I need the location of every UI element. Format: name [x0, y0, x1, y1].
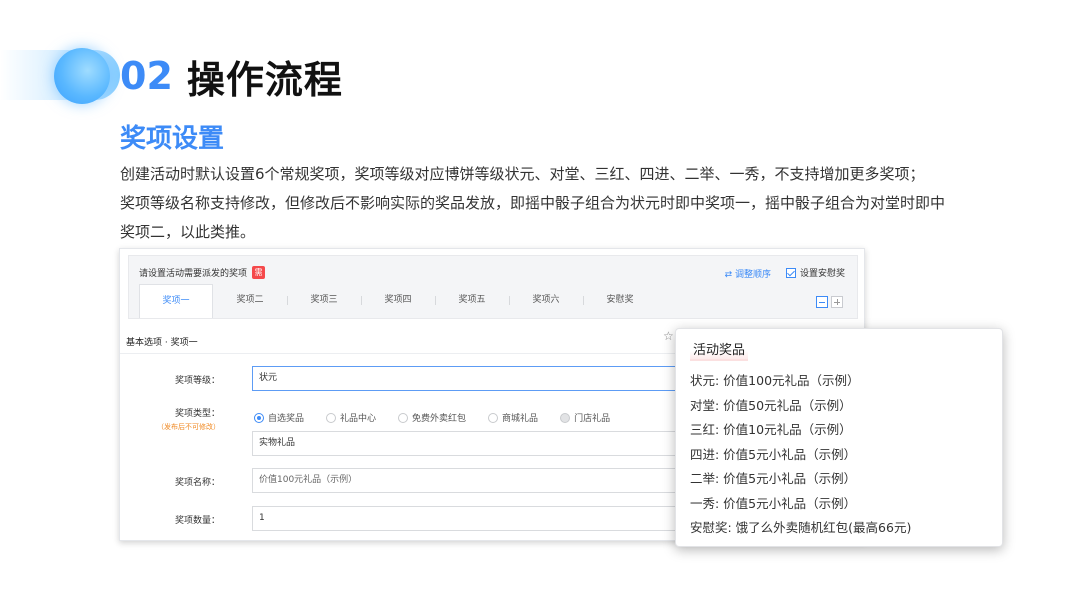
type-radio-group: 自选奖品 礼品中心 免费外卖红包 商城礼品 门店礼品 — [254, 411, 632, 424]
name-label: 奖项名称： — [174, 478, 220, 488]
prize-tabs: 奖项一 奖项二 奖项三 奖项四 奖项五 奖项六 安慰奖 — [139, 284, 657, 318]
description-line: 奖项二，以此类推。 — [120, 223, 256, 241]
list-item: 一秀: 价值5元小礼品（示例） — [690, 495, 857, 511]
radio-icon[interactable] — [326, 412, 337, 423]
section-number: 02 — [120, 54, 173, 98]
tab-prize-5[interactable]: 奖项五 — [435, 284, 509, 316]
radio-label: 自选奖品 — [268, 414, 305, 424]
radio-label: 门店礼品 — [574, 414, 611, 424]
radio-label: 免费外卖红包 — [412, 414, 467, 424]
radio-label: 商城礼品 — [502, 414, 539, 424]
description-line: 奖项等级名称支持修改，但修改后不影响实际的奖品发放，即摇中骰子组合为状元时即中奖… — [120, 194, 946, 212]
popup-title: 活动奖品 — [690, 338, 749, 361]
level-label: 奖项等级： — [174, 376, 220, 386]
type-label-group: 奖项类型： （发布后不可修改） — [120, 406, 220, 432]
decoration-ball — [54, 48, 110, 104]
section-heading: 02 操作流程 — [120, 52, 343, 102]
prize-settings-panel: 请设置活动需要派发的奖项 需 ⇄ 调整顺序 设置安慰奖 奖项一 奖项二 奖项三 … — [128, 255, 858, 319]
name-input[interactable]: 价值100元礼品（示例） — [252, 468, 692, 493]
radio-disabled-icon — [560, 412, 571, 423]
description: 创建活动时默认设置6个常规奖项，奖项等级对应博饼等级状元、对堂、三红、四进、二举… — [120, 160, 1020, 247]
panel-title: 请设置活动需要派发的奖项 需 — [139, 266, 266, 279]
tab-prize-2[interactable]: 奖项二 — [213, 284, 287, 316]
tab-prize-4[interactable]: 奖项四 — [361, 284, 435, 316]
level-input[interactable]: 状元 — [252, 366, 692, 391]
radio-label: 礼品中心 — [340, 414, 377, 424]
description-line: 创建活动时默认设置6个常规奖项，奖项等级对应博饼等级状元、对堂、三红、四进、二举… — [120, 165, 925, 183]
radio-option[interactable]: 礼品中心 — [326, 411, 376, 424]
tab-consolation[interactable]: 安慰奖 — [583, 284, 657, 316]
tab-prize-6[interactable]: 奖项六 — [509, 284, 583, 316]
remove-tab-button[interactable] — [816, 296, 828, 308]
tab-controls — [813, 296, 843, 308]
prize-list: 状元: 价值100元礼品（示例） 对堂: 价值50元礼品（示例） 三红: 价值1… — [690, 369, 911, 541]
radio-icon[interactable] — [398, 412, 409, 423]
radio-option[interactable]: 自选奖品 — [254, 411, 304, 424]
list-item: 对堂: 价值50元礼品（示例） — [690, 397, 852, 413]
basic-options-heading: 基本选项 · 奖项一 — [126, 338, 198, 348]
panel-title-text: 请设置活动需要派发的奖项 — [139, 269, 248, 279]
add-tab-button[interactable] — [831, 296, 843, 308]
type-sub-input[interactable]: 实物礼品 — [252, 431, 692, 456]
list-item: 四进: 价值5元小礼品（示例） — [690, 446, 857, 462]
type-label: 奖项类型： — [174, 409, 220, 419]
radio-icon[interactable] — [488, 412, 499, 423]
qty-input[interactable]: 1 — [252, 506, 692, 531]
reorder-link[interactable]: ⇄ 调整顺序 — [725, 267, 771, 280]
consolation-label: 设置安慰奖 — [799, 269, 845, 279]
list-item: 安慰奖: 饿了么外卖随机红包(最高66元) — [690, 520, 912, 535]
prize-list-popup: 活动奖品 状元: 价值100元礼品（示例） 对堂: 价值50元礼品（示例） 三红… — [675, 328, 1003, 547]
radio-option[interactable]: 免费外卖红包 — [398, 411, 466, 424]
subtitle: 奖项设置 — [120, 124, 225, 154]
qty-label: 奖项数量： — [174, 516, 220, 526]
list-item: 状元: 价值100元礼品（示例） — [690, 373, 860, 388]
checkbox-checked-icon[interactable] — [785, 267, 796, 278]
tab-prize-3[interactable]: 奖项三 — [287, 284, 361, 316]
section-title: 操作流程 — [186, 57, 343, 102]
required-badge: 需 — [252, 266, 266, 279]
radio-selected-icon[interactable] — [254, 412, 264, 423]
type-hint: （发布后不可修改） — [157, 423, 220, 431]
star-icon[interactable]: ☆ — [663, 329, 674, 343]
radio-option: 门店礼品 — [560, 411, 610, 424]
list-item: 二举: 价值5元小礼品（示例） — [690, 471, 857, 486]
list-item: 三红: 价值10元礼品（示例） — [690, 422, 852, 437]
tab-prize-1[interactable]: 奖项一 — [139, 284, 213, 318]
reorder-label: 调整顺序 — [734, 270, 771, 280]
consolation-checkbox[interactable]: 设置安慰奖 — [785, 266, 845, 279]
radio-option[interactable]: 商城礼品 — [488, 411, 538, 424]
